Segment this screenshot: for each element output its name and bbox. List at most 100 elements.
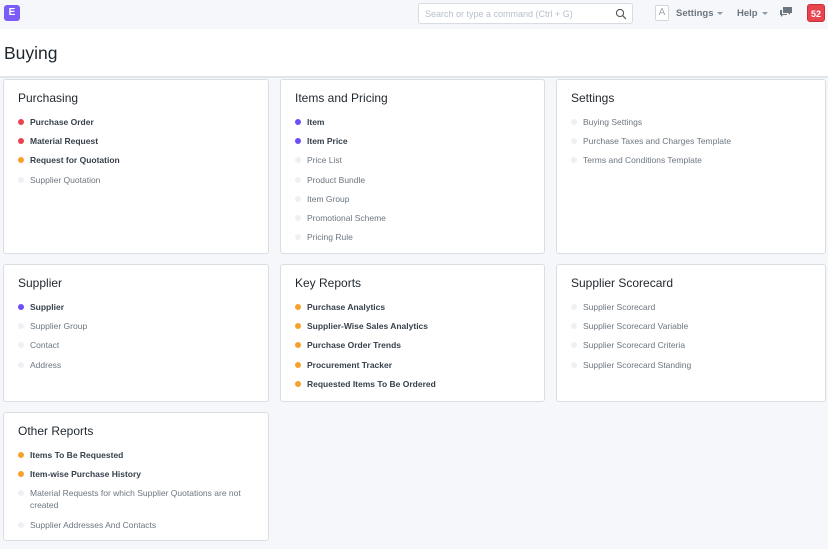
card-link[interactable]: Supplier Scorecard xyxy=(571,301,815,313)
card-link-label: Item xyxy=(307,117,325,127)
card-link[interactable]: Supplier Quotation xyxy=(18,174,258,186)
status-dot-icon xyxy=(18,157,24,164)
status-dot-icon xyxy=(571,138,577,145)
card-link[interactable]: Requested Items To Be Ordered xyxy=(295,378,534,390)
help-dropdown[interactable]: Help xyxy=(737,8,768,19)
settings-dropdown[interactable]: Settings xyxy=(676,8,724,19)
status-dot-icon xyxy=(295,138,301,145)
status-dot-icon xyxy=(18,119,24,125)
card-settings: Settings Buying Settings Purchase Taxes a… xyxy=(556,79,826,254)
card-link[interactable]: Buying Settings xyxy=(571,116,815,128)
card-link-label: Purchase Taxes and Charges Template xyxy=(583,136,732,147)
card-link-label: Material Request xyxy=(30,136,99,147)
card-link-label: Item Price xyxy=(307,136,348,147)
card-link[interactable]: Item xyxy=(295,116,534,128)
card-title: Purchasing xyxy=(18,91,79,105)
card-link-label: Procurement Tracker xyxy=(307,359,393,370)
card-link[interactable]: Address xyxy=(18,359,258,371)
card-link-list: Supplier Supplier Group Contact Address xyxy=(18,301,258,378)
status-dot-icon xyxy=(571,361,577,368)
chat-icon[interactable] xyxy=(780,7,792,18)
status-dot-icon xyxy=(295,176,301,183)
status-dot-icon xyxy=(571,323,577,330)
page-title: Buying xyxy=(4,43,58,63)
search-icon[interactable] xyxy=(615,8,627,20)
status-dot-icon xyxy=(18,342,24,349)
card-link-label: Material Requests for which Supplier Quo… xyxy=(30,488,241,511)
chevron-down-icon xyxy=(717,11,724,15)
search-bar[interactable] xyxy=(418,3,633,24)
card-link-label: Promotional Scheme xyxy=(307,212,386,223)
status-dot-icon xyxy=(18,521,24,528)
card-link-label: Supplier-Wise Sales Analytics xyxy=(307,321,429,332)
card-link-label: Supplier Scorecard Criteria xyxy=(583,340,686,351)
status-dot-icon xyxy=(295,342,301,349)
card-link-label: Contact xyxy=(30,340,60,351)
card-link-label: Supplier Scorecard Standing xyxy=(583,359,692,370)
card-link-list: Purchase Analytics Supplier-Wise Sales An… xyxy=(295,301,534,397)
card-link[interactable]: Material Requests for which Supplier Quo… xyxy=(18,487,258,511)
card-link[interactable]: Purchase Order xyxy=(18,116,258,128)
status-dot-icon xyxy=(18,138,24,145)
card-link[interactable]: Product Bundle xyxy=(295,174,534,186)
card-link[interactable]: Item Group xyxy=(295,193,534,205)
card-link-label: Item Group xyxy=(307,193,350,204)
chevron-down-icon xyxy=(761,11,768,15)
card-key-reports: Key Reports Purchase Analytics Supplier-W… xyxy=(280,264,545,402)
status-dot-icon xyxy=(295,361,301,368)
card-link[interactable]: Supplier Scorecard Criteria xyxy=(571,339,815,351)
card-link[interactable]: Price List xyxy=(295,154,534,166)
card-link-label: Supplier Addresses And Contacts xyxy=(30,519,157,530)
card-link[interactable]: Pricing Rule xyxy=(295,231,534,243)
status-dot-icon xyxy=(295,234,301,241)
card-link[interactable]: Promotional Scheme xyxy=(295,212,534,224)
card-link-label: Purchase Order Trends xyxy=(307,340,402,351)
card-link[interactable]: Supplier Addresses And Contacts xyxy=(18,519,258,531)
status-dot-icon xyxy=(18,490,24,497)
card-link[interactable]: Procurement Tracker xyxy=(295,359,534,371)
user-avatar[interactable]: A xyxy=(655,5,669,21)
card-link-label: Terms and Conditions Template xyxy=(583,155,702,166)
card-link-label: Supplier Group xyxy=(30,321,88,332)
card-link-label: Purchase Order xyxy=(30,117,94,127)
status-dot-icon xyxy=(18,304,24,310)
status-dot-icon xyxy=(295,323,301,330)
card-link-list: Items To Be Requested Item-wise Purchase … xyxy=(18,449,258,538)
card-link[interactable]: Material Request xyxy=(18,135,258,147)
card-title: Items and Pricing xyxy=(295,91,388,105)
card-link[interactable]: Purchase Analytics xyxy=(295,301,534,313)
card-link[interactable]: Supplier Group xyxy=(18,320,258,332)
card-link[interactable]: Request for Quotation xyxy=(18,154,258,166)
card-link[interactable]: Supplier xyxy=(18,301,258,313)
card-link-label: Item-wise Purchase History xyxy=(30,469,142,480)
card-link[interactable]: Terms and Conditions Template xyxy=(571,154,815,166)
card-link[interactable]: Item-wise Purchase History xyxy=(18,468,258,480)
status-dot-icon xyxy=(295,380,301,387)
card-link-label: Request for Quotation xyxy=(30,155,120,166)
status-dot-icon xyxy=(18,361,24,368)
card-link-label: Pricing Rule xyxy=(307,232,353,243)
card-link-label: Supplier Scorecard xyxy=(583,302,656,312)
status-dot-icon xyxy=(18,471,24,478)
card-link-list: Item Item Price Price List Product Bundle It… xyxy=(295,116,534,250)
card-supplier-scorecard: Supplier Scorecard Supplier Scorecard Sup… xyxy=(556,264,826,402)
card-link[interactable]: Supplier Scorecard Standing xyxy=(571,359,815,371)
card-link[interactable]: Supplier Scorecard Variable xyxy=(571,320,815,332)
card-link-label: Requested Items To Be Ordered xyxy=(307,378,436,389)
notification-badge[interactable]: 52 xyxy=(807,4,825,22)
card-link[interactable]: Items To Be Requested xyxy=(18,449,258,461)
page-header: Buying xyxy=(0,29,828,78)
card-link-label: Purchase Analytics xyxy=(307,302,386,312)
card-title: Other Reports xyxy=(18,424,94,438)
card-link[interactable]: Purchase Taxes and Charges Template xyxy=(571,135,815,147)
app-logo[interactable]: E xyxy=(4,5,20,21)
help-label: Help xyxy=(737,8,758,19)
search-input[interactable] xyxy=(425,8,610,20)
card-link-list: Supplier Scorecard Supplier Scorecard Var… xyxy=(571,301,815,378)
card-link[interactable]: Contact xyxy=(18,339,258,351)
card-link[interactable]: Supplier-Wise Sales Analytics xyxy=(295,320,534,332)
card-link-label: Buying Settings xyxy=(583,117,643,127)
card-link[interactable]: Purchase Order Trends xyxy=(295,339,534,351)
card-link[interactable]: Item Price xyxy=(295,135,534,147)
card-link-label: Supplier Scorecard Variable xyxy=(583,321,689,332)
